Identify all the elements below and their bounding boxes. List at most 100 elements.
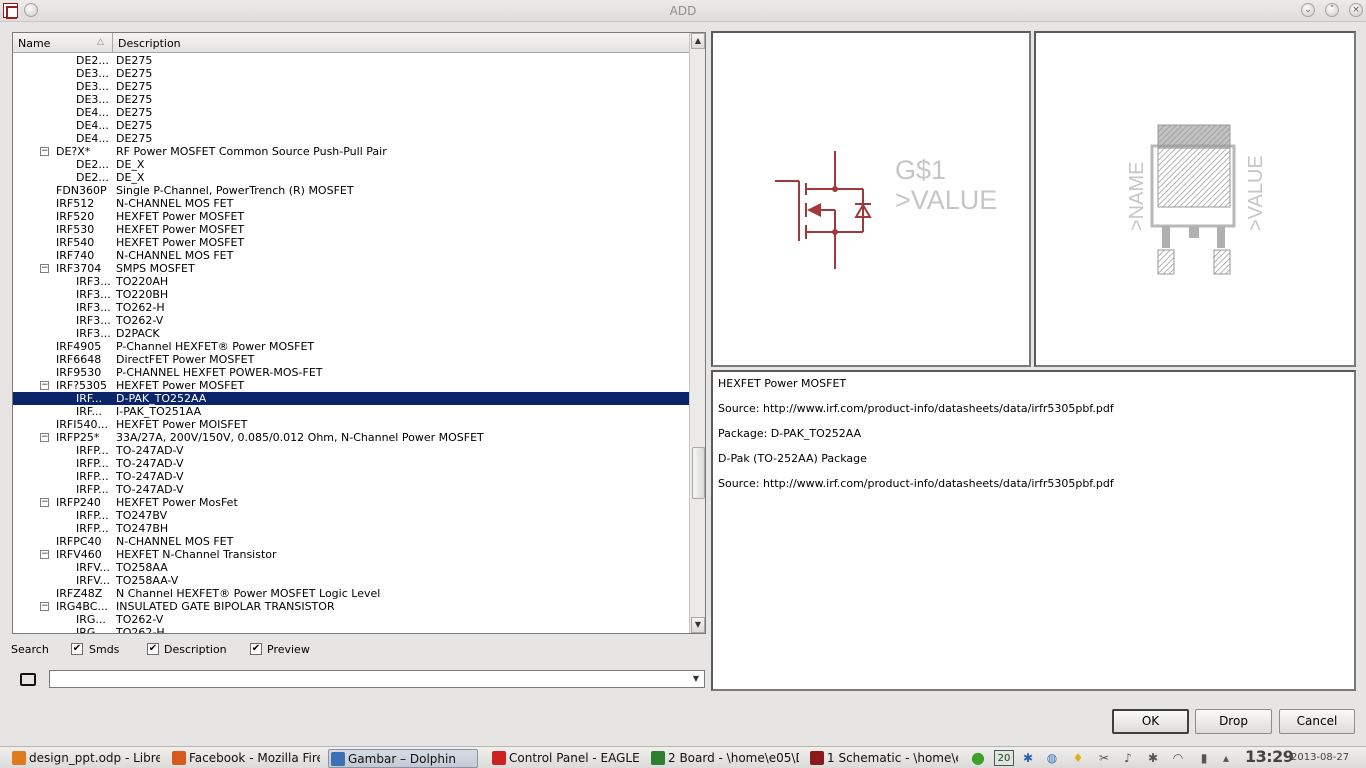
tree-row[interactable]: IRF3... TO220AH <box>13 275 689 288</box>
collapse-toggle-icon[interactable]: − <box>40 550 49 559</box>
bluetooth-secondary-icon[interactable]: ✱ <box>1145 750 1161 766</box>
tree-row[interactable]: IRF740 N-CHANNEL MOS FET <box>13 249 689 262</box>
volume-icon[interactable]: ♪ <box>1120 750 1136 766</box>
tree-row[interactable]: IRF3... TO220BH <box>13 288 689 301</box>
tree-row[interactable]: DE2... DE_X <box>13 158 689 171</box>
part-description: DE275 <box>116 67 153 80</box>
column-header-name[interactable]: Name △ <box>13 33 113 53</box>
battery-icon[interactable]: ▮ <box>1196 750 1212 766</box>
tree-row[interactable]: IRF6648 DirectFET Power MOSFET <box>13 353 689 366</box>
tree-row[interactable]: DE4... DE275 <box>13 119 689 132</box>
tree-row[interactable]: IRFP... TO-247AD-V <box>13 483 689 496</box>
tree-row[interactable]: DE4... DE275 <box>13 106 689 119</box>
task-eagle-schematic[interactable]: 1 Schematic - \home\e <box>808 749 958 768</box>
part-description: TO220BH <box>116 288 169 301</box>
part-name: IRF... <box>76 405 102 418</box>
tree-row[interactable]: IRFP... TO247BV <box>13 509 689 522</box>
collapse-toggle-icon[interactable]: − <box>40 433 49 442</box>
tree-row[interactable]: IRF3... D2PACK <box>13 327 689 340</box>
part-description: TO-247AD-V <box>116 457 184 470</box>
network-globe-icon[interactable]: ◍ <box>1044 750 1060 766</box>
package-preview: >NAME >VALUE <box>1034 31 1356 367</box>
bluetooth-icon[interactable]: ✱ <box>1020 750 1036 766</box>
tree-row[interactable]: DE3... DE275 <box>13 80 689 93</box>
drop-button[interactable]: Drop <box>1195 709 1272 734</box>
task-impress[interactable]: design_ppt.odp - Libre <box>10 749 160 768</box>
tree-row[interactable]: DE2... DE_X <box>13 171 689 184</box>
part-name: DE3... <box>76 93 109 106</box>
tree-row[interactable]: IRF3... TO262-H <box>13 301 689 314</box>
parts-tree[interactable]: Name △ Description DE2... DE275 DE3... DE27… <box>12 32 706 634</box>
minimize-button[interactable]: ⌄ <box>1301 3 1315 17</box>
tree-row[interactable]: IRFV... TO258AA <box>13 561 689 574</box>
chevron-down-icon[interactable]: ▼ <box>689 672 703 686</box>
command-combobox[interactable]: ▼ <box>49 670 705 688</box>
cancel-button[interactable]: Cancel <box>1279 709 1355 734</box>
ok-button[interactable]: OK <box>1112 709 1189 734</box>
task-eagle-control-panel[interactable]: Control Panel - EAGLE <box>490 749 640 768</box>
collapse-toggle-icon[interactable]: − <box>40 498 49 507</box>
part-description: DE275 <box>116 106 153 119</box>
tree-row[interactable]: IRF4905 P-Channel HEXFET® Power MOSFET <box>13 340 689 353</box>
tree-row[interactable]: IRF3... TO262-V <box>13 314 689 327</box>
task-eagle-board[interactable]: 2 Board - \home\e05\D <box>649 749 799 768</box>
tree-row[interactable]: IRF... I-PAK_TO251AA <box>13 405 689 418</box>
lightbulb-icon[interactable]: ♦ <box>1070 750 1086 766</box>
command-input[interactable] <box>50 671 688 687</box>
tray-expand-icon[interactable]: ▴ <box>1218 750 1234 766</box>
tree-row[interactable]: IRFI540... HEXFET Power MOISFET <box>13 418 689 431</box>
tree-row[interactable]: IRFP... TO-247AD-V <box>13 444 689 457</box>
tree-row[interactable]: IRF9530 P-CHANNEL HEXFET POWER-MOS-FET <box>13 366 689 379</box>
execute-command-icon[interactable] <box>17 670 37 686</box>
scissors-icon[interactable]: ✂ <box>1096 750 1112 766</box>
tree-row[interactable]: IRFZ48Z N Channel HEXFET® Power MOSFET Lo… <box>13 587 689 600</box>
tree-row[interactable]: IRG... TO262-V <box>13 613 689 626</box>
collapse-toggle-icon[interactable]: − <box>40 602 49 611</box>
description-checkbox[interactable]: ✔ <box>147 643 159 655</box>
tree-row[interactable]: − IRF3704 SMPS MOSFET <box>13 262 689 275</box>
scroll-thumb[interactable] <box>692 447 705 499</box>
tree-row[interactable]: IRFPC40 N-CHANNEL MOS FET <box>13 535 689 548</box>
task-label: Facebook - Mozilla Fire <box>189 751 320 765</box>
scroll-down-button[interactable]: ▼ <box>691 617 705 633</box>
collapse-toggle-icon[interactable]: − <box>40 147 49 156</box>
close-button[interactable]: × <box>1349 3 1363 17</box>
tree-row[interactable]: DE4... DE275 <box>13 132 689 145</box>
clock[interactable]: 13:29 <box>1245 747 1294 767</box>
smds-checkbox[interactable]: ✔ <box>71 643 83 655</box>
tree-row[interactable]: DE2... DE275 <box>13 54 689 67</box>
column-header-description[interactable]: Description <box>114 33 181 53</box>
tree-row-selected[interactable]: IRF... D-PAK_TO252AA <box>13 392 689 405</box>
maximize-button[interactable]: ˄ <box>1325 3 1339 17</box>
task-dolphin[interactable]: Gambar – Dolphin <box>328 749 478 768</box>
tree-row[interactable]: FDN360P Single P-Channel, PowerTrench (R)… <box>13 184 689 197</box>
tree-row[interactable]: DE3... DE275 <box>13 67 689 80</box>
part-description: DE275 <box>116 132 153 145</box>
collapse-toggle-icon[interactable]: − <box>40 264 49 273</box>
workspace-badge-icon[interactable]: 20 <box>994 750 1014 766</box>
tree-row[interactable]: − IRFP25* 33A/27A, 200V/150V, 0.085/0.012 … <box>13 431 689 444</box>
wifi-icon[interactable]: ◠ <box>1170 750 1186 766</box>
tree-row[interactable]: IRG... TO262-H <box>13 626 689 633</box>
tree-row[interactable]: IRFP... TO-247AD-V <box>13 457 689 470</box>
tree-row[interactable]: IRF520 HEXFET Power MOSFET <box>13 210 689 223</box>
tree-row[interactable]: IRFP... TO-247AD-V <box>13 470 689 483</box>
vertical-scrollbar[interactable]: ▲ ▼ <box>689 33 705 633</box>
tree-row[interactable]: − IRFP240 HEXFET Power MosFet <box>13 496 689 509</box>
task-firefox[interactable]: Facebook - Mozilla Fire <box>170 749 320 768</box>
chat-bubble-icon[interactable]: ● <box>970 750 986 766</box>
tree-row[interactable]: − IRF?5305 HEXFET Power MOSFET <box>13 379 689 392</box>
description-panel: HEXFET Power MOSFET Source: http://www.i… <box>711 370 1356 691</box>
tree-row[interactable]: IRFV... TO258AA-V <box>13 574 689 587</box>
tree-row[interactable]: IRF512 N-CHANNEL MOS FET <box>13 197 689 210</box>
scroll-up-button[interactable]: ▲ <box>691 33 705 49</box>
collapse-toggle-icon[interactable]: − <box>40 381 49 390</box>
tree-row[interactable]: IRFP... TO247BH <box>13 522 689 535</box>
tree-row[interactable]: − DE?X* RF Power MOSFET Common Source Push… <box>13 145 689 158</box>
preview-checkbox[interactable]: ✔ <box>250 643 262 655</box>
tree-row[interactable]: − IRFV460 HEXFET N-Channel Transistor <box>13 548 689 561</box>
tree-row[interactable]: IRF530 HEXFET Power MOSFET <box>13 223 689 236</box>
tree-row[interactable]: − IRG4BC... INSULATED GATE BIPOLAR TRANSIS… <box>13 600 689 613</box>
tree-row[interactable]: IRF540 HEXFET Power MOSFET <box>13 236 689 249</box>
tree-row[interactable]: DE3... DE275 <box>13 93 689 106</box>
